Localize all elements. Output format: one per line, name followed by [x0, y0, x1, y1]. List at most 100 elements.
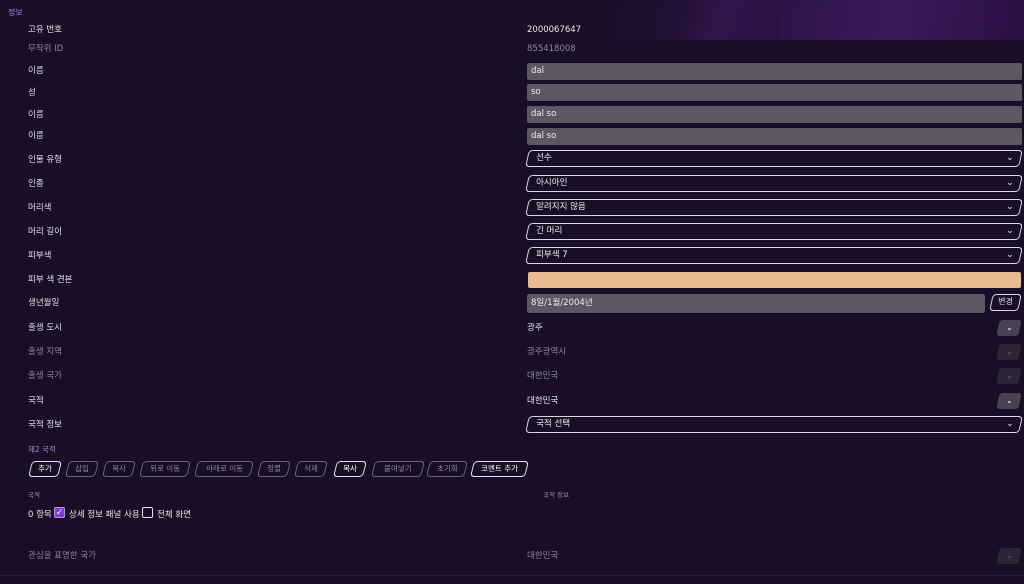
- row-birth-date: 생년월일 8일/1월/2004년 변경: [0, 293, 1024, 313]
- fullscreen-checkbox[interactable]: [142, 507, 153, 518]
- chevron-down-icon: ⌄: [1005, 396, 1013, 405]
- change-date-button[interactable]: 변경: [989, 294, 1022, 311]
- chevron-down-icon: ⌄: [1006, 419, 1015, 429]
- hair-color-select[interactable]: 알려지지 않음 ⌄: [525, 199, 1023, 216]
- hair-color-value: 알려지지 않음: [536, 202, 586, 212]
- skin-tone-label: 피부색: [28, 251, 52, 261]
- hair-length-label: 머리 길이: [28, 227, 62, 237]
- chevron-down-icon: ⌄: [1005, 347, 1013, 356]
- chevron-down-icon: ⌄: [1006, 250, 1015, 260]
- insert-button[interactable]: 삽입: [65, 461, 99, 477]
- fullscreen-label: 전체 화면: [157, 510, 191, 520]
- check-icon: ✓: [55, 508, 64, 518]
- paste-button[interactable]: 붙여넣기: [371, 461, 425, 477]
- chevron-down-icon: ⌄: [1005, 323, 1013, 332]
- row-common-name: 이름 dal so: [0, 128, 1024, 148]
- random-id-label: 무작위 ID: [28, 44, 64, 54]
- nationality-info-value: 국적 선택: [536, 419, 571, 429]
- ethnicity-label: 인종: [28, 179, 44, 189]
- interest-country-label: 관심을 표명한 국가: [28, 551, 96, 561]
- row-nationality-info: 국적 정보 국적 선택 ⌄: [0, 415, 1024, 435]
- row-birth-country: 출생 국가 대한민국 ⌄: [0, 366, 1024, 386]
- change-date-label: 변경: [998, 297, 1013, 306]
- nationality-info-select[interactable]: 국적 선택 ⌄: [525, 416, 1023, 433]
- row-first-name: 이름 dal: [0, 62, 1024, 82]
- ethnicity-select[interactable]: 아시아인 ⌄: [525, 175, 1023, 192]
- first-name-label: 이름: [28, 66, 44, 76]
- row-birth-region: 출생 지역 광주광역시 ⌄: [0, 342, 1024, 362]
- interest-country-value: 대한민국: [527, 551, 559, 561]
- row-ethnicity: 인종 아시아인 ⌄: [0, 174, 1024, 194]
- skin-tone-select[interactable]: 피부색 7 ⌄: [525, 247, 1023, 264]
- unique-id-label: 고유 번호: [28, 25, 62, 35]
- birth-country-value: 대한민국: [527, 371, 559, 381]
- move-down-button[interactable]: 아래로 이동: [194, 461, 254, 477]
- ethnicity-value: 아시아인: [536, 178, 568, 188]
- full-name-label: 이름: [28, 110, 44, 120]
- row-skin-sample: 피부 색 견본: [0, 270, 1024, 290]
- skin-sample-label: 피부 색 견본: [28, 275, 73, 285]
- last-name-label: 성: [28, 88, 36, 98]
- delete-button[interactable]: 삭제: [294, 461, 328, 477]
- random-id-value: 855418008: [527, 44, 576, 54]
- birth-region-label: 출생 지역: [28, 347, 62, 357]
- hair-length-value: 긴 머리: [536, 226, 563, 236]
- person-type-select[interactable]: 선수 ⌄: [525, 150, 1023, 167]
- copy-button[interactable]: 복사: [102, 461, 136, 477]
- chevron-down-icon: ⌄: [1005, 551, 1013, 560]
- row-skin-tone: 피부색 피부색 7 ⌄: [0, 246, 1024, 266]
- detail-panel-label: 상세 정보 패널 사용: [69, 510, 140, 520]
- column-header-nationality[interactable]: 국적: [28, 489, 40, 499]
- last-name-input[interactable]: so: [527, 84, 1022, 101]
- nationality-dropdown-button[interactable]: ⌄: [996, 393, 1022, 409]
- common-name-label: 이름: [28, 131, 44, 141]
- birth-city-value: 광주: [527, 323, 543, 333]
- birth-region-dropdown-button: ⌄: [996, 344, 1022, 360]
- chevron-down-icon: ⌄: [1005, 371, 1013, 380]
- common-name-input[interactable]: dal so: [527, 128, 1022, 145]
- row-birth-city: 출생 도시 광주 ⌄: [0, 318, 1024, 338]
- birth-country-dropdown-button: ⌄: [996, 368, 1022, 384]
- skin-tone-value: 피부색 7: [536, 250, 568, 260]
- chevron-down-icon: ⌄: [1006, 202, 1015, 212]
- second-nationality-title: 제2 국적: [28, 445, 56, 454]
- hair-length-select[interactable]: 긴 머리 ⌄: [525, 223, 1023, 240]
- nationality-label: 국적: [28, 396, 44, 406]
- detail-panel-checkbox[interactable]: ✓: [54, 507, 65, 518]
- chevron-down-icon: ⌄: [1006, 178, 1015, 188]
- interest-country-dropdown-button: ⌄: [996, 548, 1022, 564]
- row-person-type: 인물 유형 선수 ⌄: [0, 150, 1024, 170]
- birth-date-field[interactable]: 8일/1월/2004년: [527, 294, 985, 313]
- item-count: 0 항목: [28, 510, 52, 520]
- nationality-value: 대한민국: [527, 396, 559, 406]
- birth-city-dropdown-button[interactable]: ⌄: [996, 320, 1022, 336]
- add-comment-button[interactable]: 코멘트 추가: [470, 461, 529, 477]
- row-interest-country: 관심을 표명한 국가 대한민국 ⌄: [0, 546, 1024, 566]
- nationality-info-label: 국적 정보: [28, 420, 62, 430]
- birth-country-label: 출생 국가: [28, 371, 62, 381]
- skin-color-swatch: [528, 272, 1021, 288]
- hair-color-label: 머리색: [28, 203, 52, 213]
- section-title: 정보: [8, 8, 23, 17]
- person-type-value: 선수: [536, 153, 552, 163]
- column-header-nationality-info[interactable]: 국적 정보: [543, 489, 569, 499]
- row-random-id: 무작위 ID 855418008: [0, 39, 1024, 59]
- first-name-input[interactable]: dal: [527, 63, 1022, 80]
- row-unique-id: 고유 번호 2000067647: [0, 20, 1024, 40]
- reset-button[interactable]: 초기화: [426, 461, 468, 477]
- row-hair-length: 머리 길이 긴 머리 ⌄: [0, 222, 1024, 242]
- person-type-label: 인물 유형: [28, 155, 62, 165]
- unique-id-value: 2000067647: [527, 25, 582, 35]
- chevron-down-icon: ⌄: [1006, 226, 1015, 236]
- copy-button-2[interactable]: 복사: [333, 461, 367, 477]
- row-last-name: 성 so: [0, 84, 1024, 104]
- move-up-button[interactable]: 위로 이동: [139, 461, 191, 477]
- row-nationality: 국적 대한민국 ⌄: [0, 391, 1024, 411]
- chevron-down-icon: ⌄: [1006, 153, 1015, 163]
- add-button[interactable]: 추가: [28, 461, 62, 477]
- birth-region-value: 광주광역시: [527, 347, 567, 357]
- birth-date-label: 생년월일: [28, 298, 60, 308]
- full-name-input[interactable]: dal so: [527, 106, 1022, 123]
- sort-button[interactable]: 정렬: [257, 461, 291, 477]
- section-divider: [0, 575, 1024, 576]
